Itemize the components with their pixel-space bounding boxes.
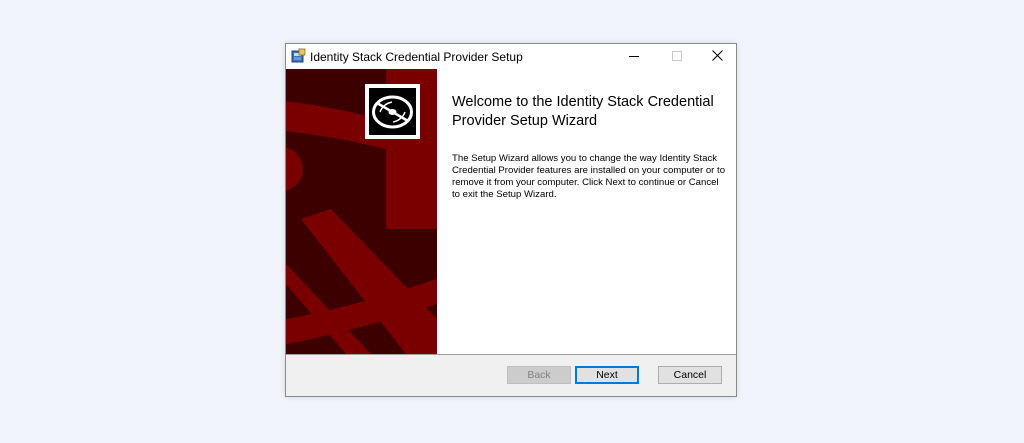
cancel-button[interactable]: Cancel: [658, 366, 722, 384]
wizard-banner-graphic: [286, 69, 437, 354]
button-bar: Back Next Cancel: [286, 355, 736, 396]
installer-icon: [290, 48, 306, 64]
wizard-description: The Setup Wizard allows you to change th…: [452, 153, 726, 200]
wizard-content: Welcome to the Identity Stack Credential…: [437, 69, 736, 354]
next-button[interactable]: Next: [575, 366, 639, 384]
close-icon: [711, 48, 723, 66]
back-button[interactable]: Back: [507, 366, 571, 384]
desktop: Identity Stack Credential Provider Setup: [0, 0, 1024, 443]
banner-artwork: [286, 69, 437, 354]
maximize-icon: [672, 48, 682, 66]
close-button[interactable]: [695, 44, 739, 69]
page-title: Welcome to the Identity Stack Credential…: [452, 94, 714, 129]
window-title: Identity Stack Credential Provider Setup: [310, 50, 523, 64]
disc-icon: [371, 90, 414, 133]
maximize-button[interactable]: [655, 44, 699, 69]
title-bar[interactable]: Identity Stack Credential Provider Setup: [286, 44, 736, 69]
minimize-icon: [629, 48, 639, 66]
minimize-button[interactable]: [612, 44, 656, 69]
setup-window: Identity Stack Credential Provider Setup: [285, 43, 737, 397]
